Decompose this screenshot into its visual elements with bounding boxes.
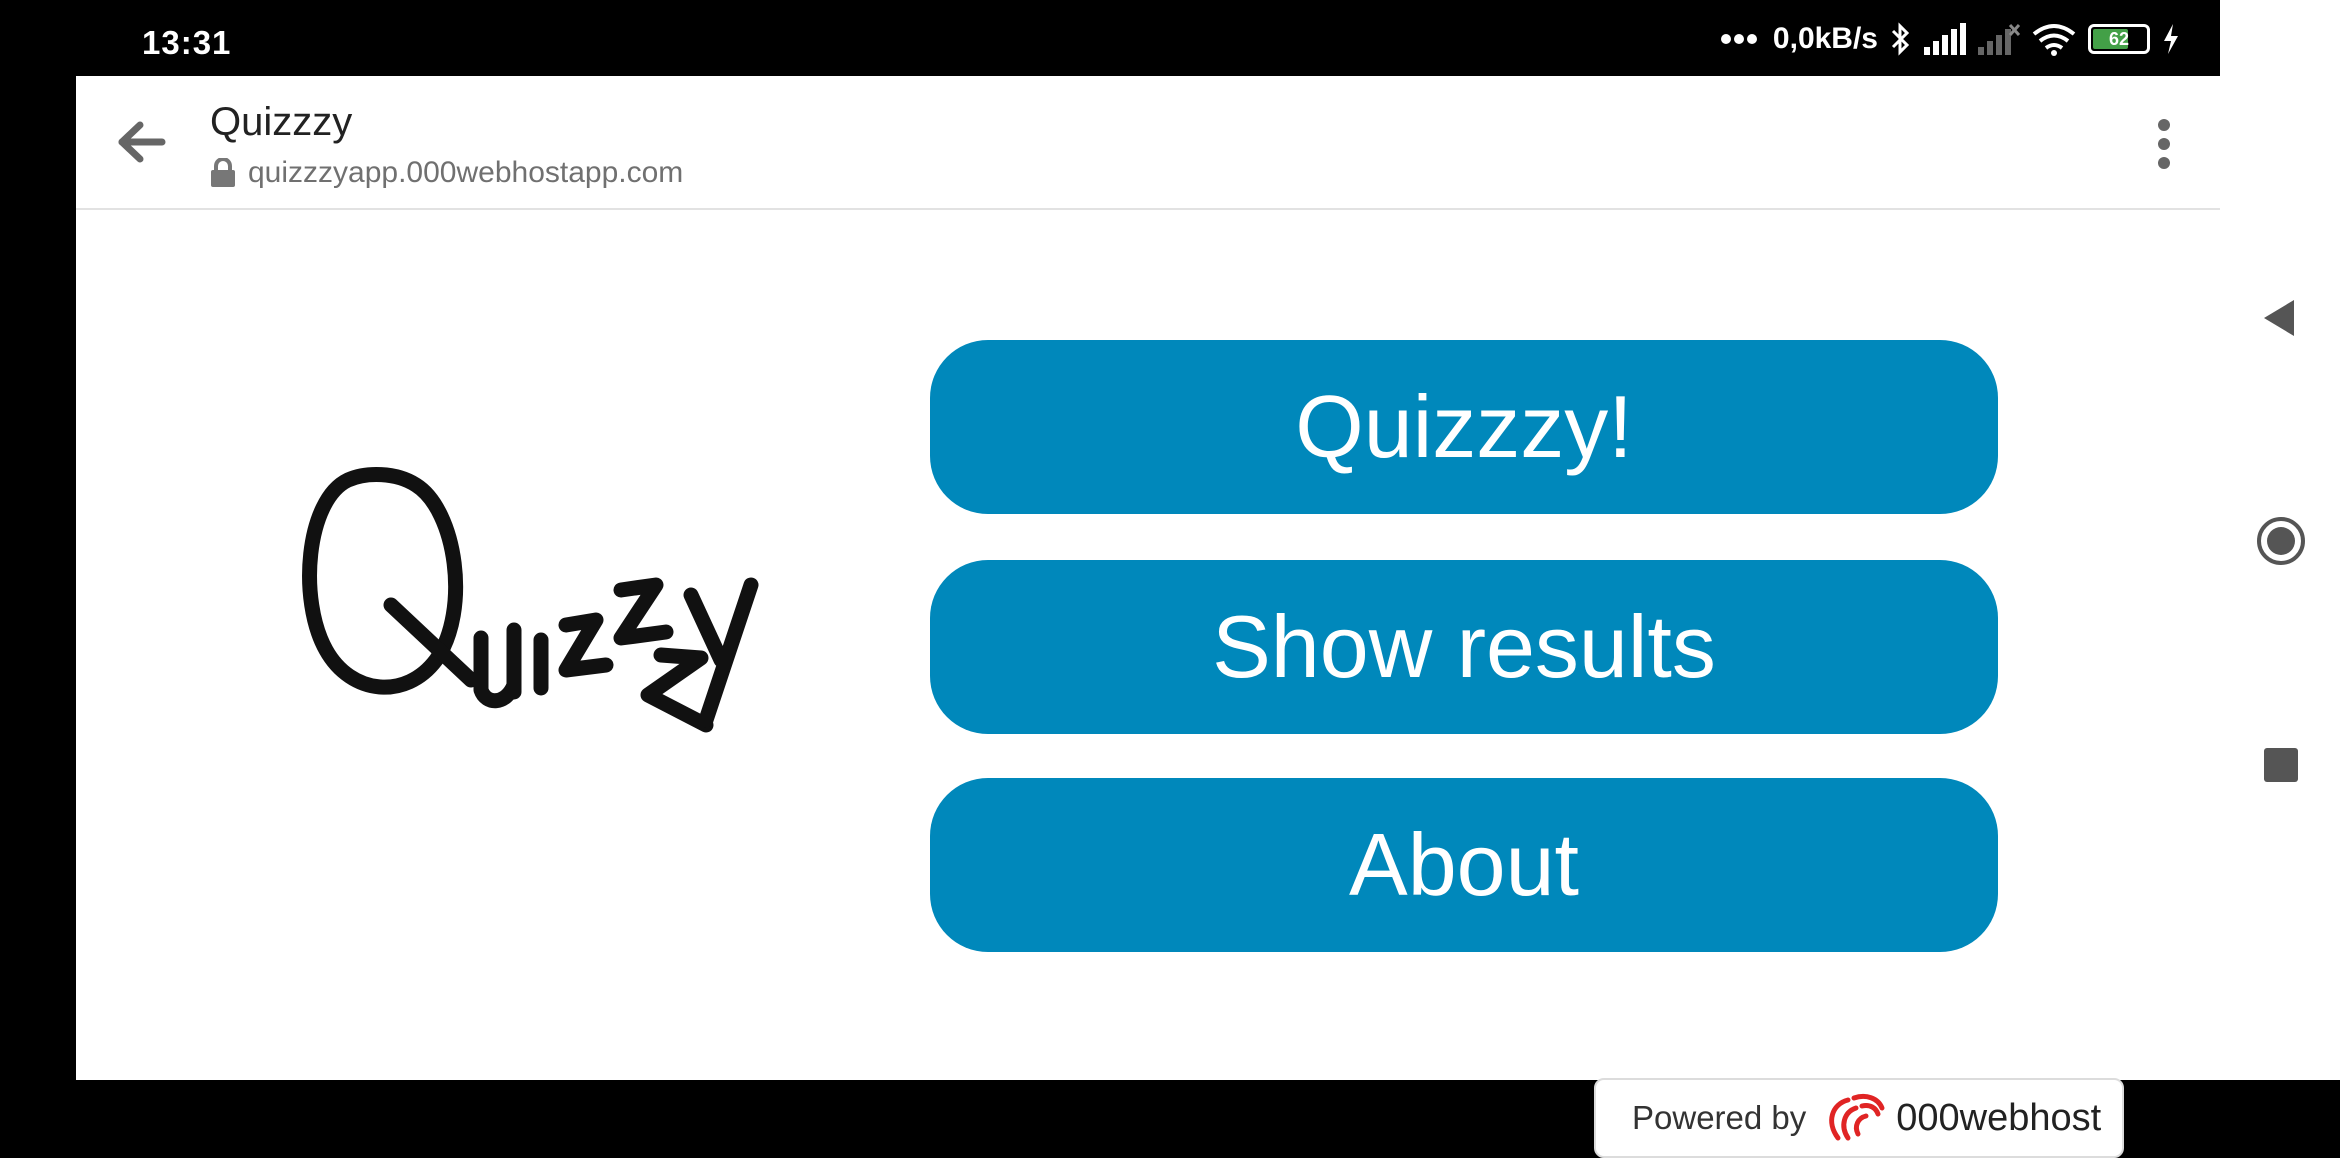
status-time: 13:31 [142,24,232,61]
network-speed: 0,0kB/s [1772,22,1878,55]
start-quiz-button[interactable]: Quizzzy! [930,340,1998,514]
home-nav-icon[interactable] [2256,516,2306,566]
webview: Quizzzy quizzzyapp.000webhostapp.com Qui… [76,76,2220,1158]
lock-icon [211,158,235,187]
page-content: Quizzzy! Show results About Powered by 0… [76,210,2220,1158]
bluetooth-icon [1891,22,1910,56]
signal-no-service-icon [1978,23,2020,55]
powered-by-label: Powered by [1632,1099,1807,1136]
status-indicators: 0,0kB/s 62 [1720,18,2180,60]
back-nav-icon[interactable] [2262,298,2296,338]
page-title: Quizzzy [210,100,353,144]
status-bar: 13:31 0,0kB/s 62 [0,0,2220,76]
more-notifications-icon [1720,34,1757,44]
signal-icon [1924,23,1966,55]
about-button[interactable]: About [930,778,1998,952]
powered-by-badge[interactable]: Powered by 000webhost [1594,1078,2124,1158]
browser-toolbar: Quizzzy quizzzyapp.000webhostapp.com [76,76,2220,210]
page-url: quizzzyapp.000webhostapp.com [248,156,684,189]
navigation-bar [2220,0,2340,1080]
show-results-button[interactable]: Show results [930,560,1998,734]
battery-icon: 62 [2088,24,2150,54]
battery-level: 62 [2108,28,2130,49]
recents-nav-icon[interactable] [2264,748,2298,782]
000webhost-logo-icon [1829,1093,1885,1141]
more-options-icon[interactable] [2156,118,2172,170]
back-arrow-icon[interactable] [116,120,166,164]
charging-icon [2164,24,2178,54]
quizzzy-logo [302,467,759,733]
powered-by-brand: 000webhost [1896,1096,2102,1139]
wifi-icon [2032,24,2076,56]
